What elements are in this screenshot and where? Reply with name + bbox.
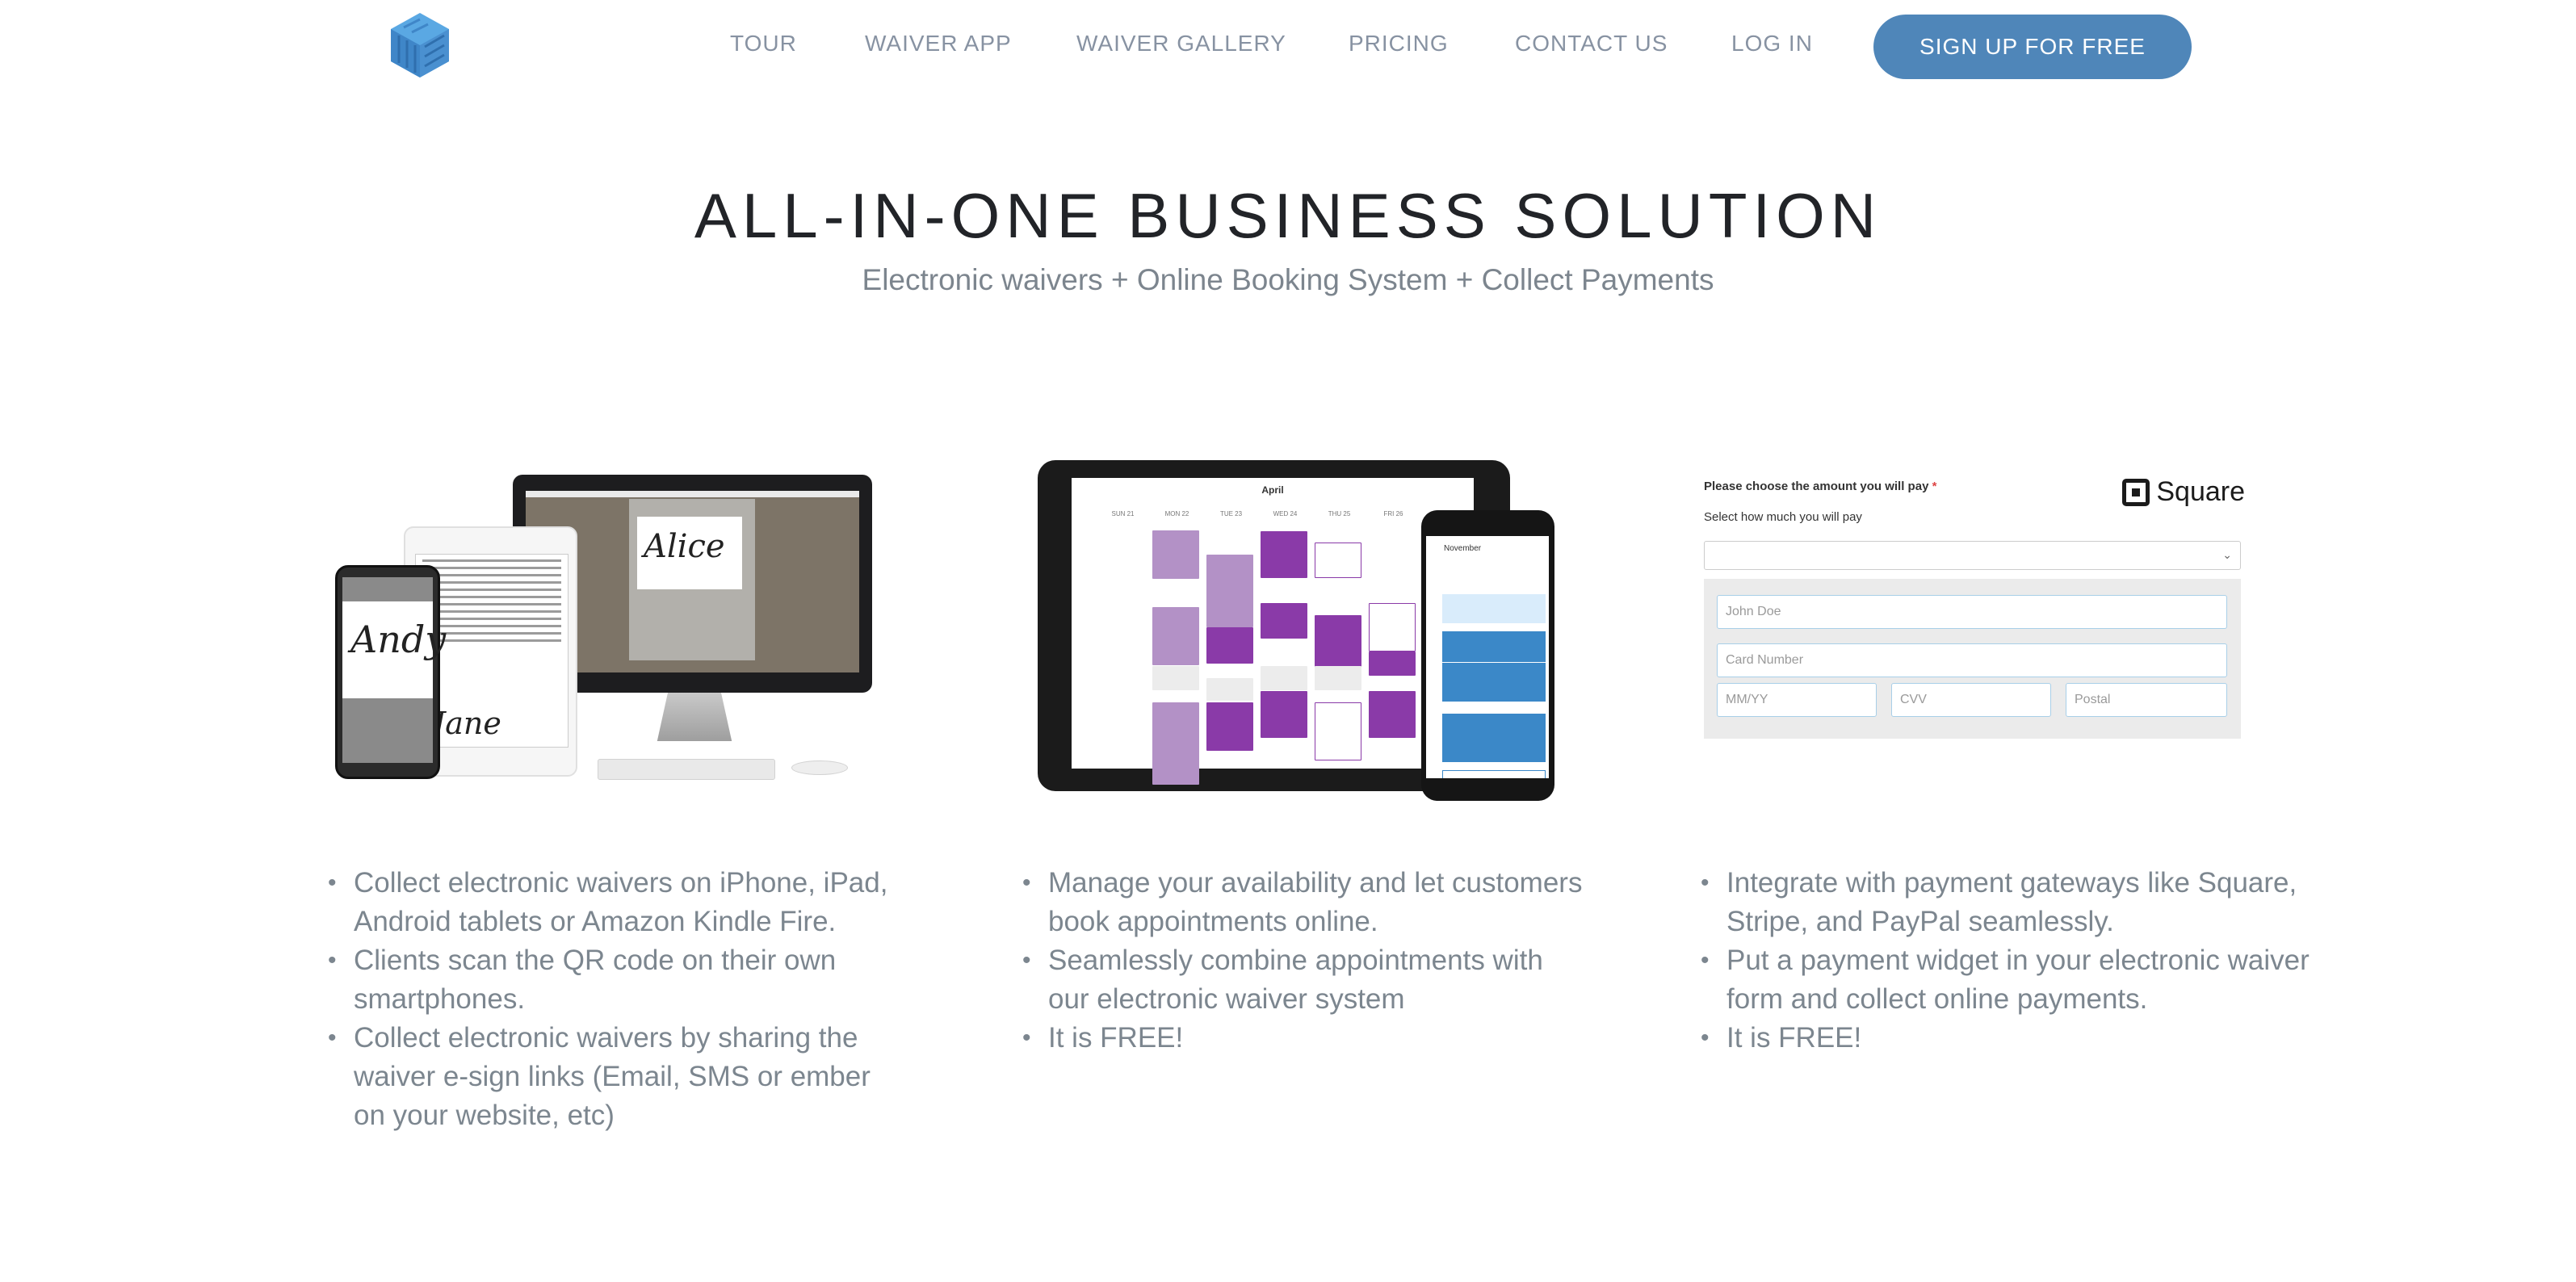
list-item: Clients scan the QR code on their own sm… bbox=[328, 941, 896, 1019]
keyboard-illustration bbox=[598, 759, 775, 780]
page-title: ALL-IN-ONE BUSINESS SOLUTION bbox=[694, 180, 1882, 251]
nav-contact-us[interactable]: CONTACT US bbox=[1515, 31, 1668, 57]
calendar-event bbox=[1315, 666, 1361, 690]
phone-illustration: Andy bbox=[335, 565, 446, 779]
nav-pricing[interactable]: PRICING bbox=[1349, 31, 1449, 57]
calendar-event bbox=[1315, 702, 1361, 760]
list-item: Integrate with payment gateways like Squ… bbox=[1701, 864, 2318, 941]
postal-input[interactable] bbox=[2066, 683, 2227, 717]
expiry-input[interactable] bbox=[1717, 683, 1877, 717]
card-panel bbox=[1704, 579, 2241, 739]
feature-list: Integrate with payment gateways like Squ… bbox=[1701, 864, 2318, 1058]
site-header: TOUR WAIVER APP WAIVER GALLERY PRICING C… bbox=[0, 0, 2576, 90]
list-item: Put a payment widget in your electronic … bbox=[1701, 941, 2318, 1019]
square-logo-icon bbox=[2122, 478, 2150, 506]
calendar-event bbox=[1261, 531, 1307, 578]
mouse-illustration bbox=[791, 760, 848, 775]
list-item: Collect electronic waivers on iPhone, iP… bbox=[328, 864, 896, 941]
feature-list: Manage your availability and let custome… bbox=[1022, 864, 1591, 1058]
booking-calendar-illustration: April SUN 21 MON 22 TUE 23 WED 24 THU 25… bbox=[1026, 452, 1591, 807]
card-number-input[interactable] bbox=[1717, 643, 2227, 677]
calendar-day: MON 22 bbox=[1164, 510, 1189, 517]
feature-booking: April SUN 21 MON 22 TUE 23 WED 24 THU 25… bbox=[1022, 452, 1591, 1058]
calendar-event bbox=[1206, 678, 1253, 701]
signature-andy: Andy bbox=[350, 618, 447, 661]
list-item: It is FREE! bbox=[1022, 1019, 1591, 1058]
square-logo: Square bbox=[2122, 476, 2245, 508]
feature-list: Collect electronic waivers on iPhone, iP… bbox=[328, 864, 896, 1135]
amount-select[interactable]: ⌄ bbox=[1704, 541, 2241, 570]
calendar-day: WED 24 bbox=[1273, 510, 1298, 517]
list-item: Seamlessly combine appointments with our… bbox=[1022, 941, 1591, 1019]
signature-alice: Alice bbox=[644, 528, 725, 565]
square-payment-form: Please choose the amount you will pay * … bbox=[1704, 452, 2318, 807]
monitor-stand bbox=[657, 693, 732, 741]
nav-log-in[interactable]: LOG IN bbox=[1731, 31, 1813, 57]
feature-waivers: Alice Jane Andy Collect electronic waive… bbox=[328, 452, 896, 1131]
calendar-event bbox=[1261, 666, 1307, 690]
nav-waiver-gallery[interactable]: WAIVER GALLERY bbox=[1076, 31, 1286, 57]
phone-event bbox=[1442, 594, 1546, 623]
calendar-event bbox=[1261, 603, 1307, 639]
signature-jane: Jane bbox=[433, 706, 501, 741]
sign-up-button[interactable]: SIGN UP FOR FREE bbox=[1873, 15, 2192, 79]
phone-event bbox=[1442, 631, 1546, 662]
calendar-event bbox=[1369, 651, 1416, 676]
phone-event bbox=[1442, 770, 1546, 778]
amount-label: Please choose the amount you will pay * bbox=[1704, 480, 1937, 493]
devices-signature-illustration: Alice Jane Andy bbox=[331, 452, 896, 807]
phone-event bbox=[1442, 663, 1546, 702]
feature-payments: Please choose the amount you will pay * … bbox=[1701, 452, 2318, 1058]
android-phone-illustration: November bbox=[1421, 510, 1554, 801]
calendar-event bbox=[1152, 530, 1199, 579]
list-item: Manage your availability and let custome… bbox=[1022, 864, 1591, 941]
calendar-event bbox=[1206, 702, 1253, 751]
amount-sublabel: Select how much you will pay bbox=[1704, 510, 1862, 524]
calendar-day: FRI 26 bbox=[1383, 510, 1403, 517]
nav-waiver-app[interactable]: WAIVER APP bbox=[865, 31, 1012, 57]
calendar-event bbox=[1152, 702, 1199, 785]
calendar-event bbox=[1152, 666, 1199, 690]
calendar-event bbox=[1369, 691, 1416, 738]
logo-icon[interactable] bbox=[388, 11, 452, 79]
calendar-day: THU 25 bbox=[1328, 510, 1351, 517]
phone-calendar-month: November bbox=[1444, 544, 1482, 553]
cardholder-name-input[interactable] bbox=[1717, 595, 2227, 629]
calendar-event bbox=[1152, 607, 1199, 665]
list-item: Collect electronic waivers by sharing th… bbox=[328, 1019, 896, 1135]
calendar-event bbox=[1206, 627, 1253, 664]
phone-event bbox=[1442, 714, 1546, 762]
calendar-event bbox=[1261, 691, 1307, 738]
calendar-event bbox=[1315, 543, 1361, 578]
list-item: It is FREE! bbox=[1701, 1019, 2318, 1058]
calendar-event bbox=[1369, 603, 1416, 651]
cvv-input[interactable] bbox=[1891, 683, 2051, 717]
page-subtitle: Electronic waivers + Online Booking Syst… bbox=[862, 263, 1714, 296]
nav-tour[interactable]: TOUR bbox=[730, 31, 797, 57]
calendar-event bbox=[1206, 555, 1253, 627]
calendar-month: April bbox=[1261, 484, 1284, 496]
calendar-day: SUN 21 bbox=[1111, 510, 1135, 517]
chevron-down-icon: ⌄ bbox=[2222, 548, 2232, 561]
calendar-day: TUE 23 bbox=[1219, 510, 1243, 517]
